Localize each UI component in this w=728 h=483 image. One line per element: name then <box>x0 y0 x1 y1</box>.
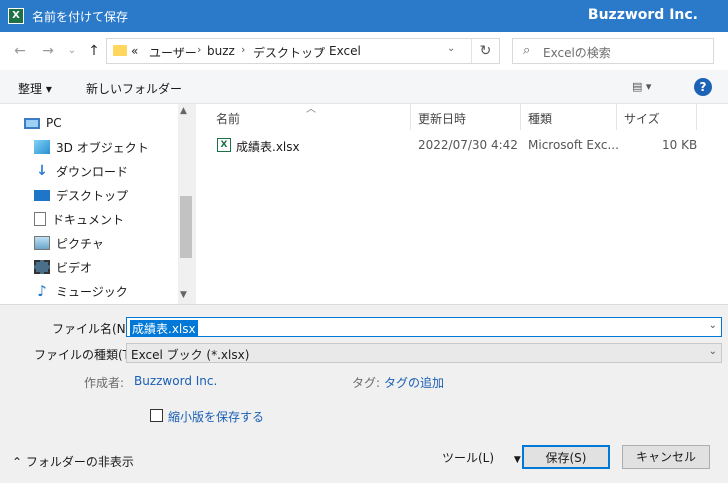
cancel-button[interactable]: キャンセル <box>622 445 710 469</box>
column-divider[interactable] <box>696 104 697 130</box>
refresh-icon[interactable]: ↻ <box>471 39 499 63</box>
search-placeholder: Excelの検索 <box>543 46 611 60</box>
sidebar-item-desktop[interactable]: デスクトップ <box>34 184 128 206</box>
address-bar[interactable]: « ユーザー › buzz › デスクトップ › Excel ⌄ ↻ <box>106 38 500 64</box>
save-thumbnail-label[interactable]: 縮小版を保存する <box>168 408 264 425</box>
sidebar-item-3d-objects[interactable]: 3D オブジェクト <box>34 136 149 158</box>
filename-label: ファイル名(N): <box>52 322 135 336</box>
sidebar-item-label: ドキュメント <box>52 212 125 227</box>
scroll-up-icon[interactable]: ▲ <box>180 106 187 116</box>
filename-input[interactable]: 成績表.xlsx ⌄ <box>126 317 722 337</box>
breadcrumb-excel[interactable]: Excel <box>329 44 361 58</box>
hide-folders-button[interactable]: ⌃ フォルダーの非表示 <box>12 453 134 470</box>
breadcrumb-users[interactable]: ユーザー <box>149 44 197 61</box>
scrollbar-thumb[interactable] <box>180 196 192 258</box>
command-toolbar: 整理 ▾ 新しいフォルダー ▤ ▾ ? <box>0 70 728 104</box>
window-title: 名前を付けて保存 <box>32 10 129 24</box>
hide-folders-label: フォルダーの非表示 <box>25 455 134 469</box>
author-value[interactable]: Buzzword Inc. <box>134 374 217 388</box>
recent-locations-chevron-icon[interactable]: ⌄ <box>62 41 82 61</box>
address-history-chevron-icon[interactable]: ⌄ <box>447 43 455 54</box>
breadcrumb-separator-icon: › <box>197 43 202 56</box>
column-header-type[interactable]: 種類 <box>528 110 552 127</box>
filename-value: 成績表.xlsx <box>130 320 198 337</box>
save-button[interactable]: 保存(S) <box>522 445 610 469</box>
back-arrow-icon[interactable]: ← <box>10 41 30 61</box>
chevron-down-icon[interactable]: ⌄ <box>709 320 717 331</box>
chevron-down-icon: ⌄ <box>708 346 717 357</box>
filetype-label: ファイルの種類(T): <box>34 348 139 362</box>
title-bar: X 名前を付けて保存 Buzzword Inc. <box>0 0 728 32</box>
videos-icon <box>34 260 50 274</box>
chevron-up-icon: ⌃ <box>12 455 23 469</box>
sidebar-item-music[interactable]: ♪ ミュージック <box>34 280 128 302</box>
sidebar-item-label: ダウンロード <box>56 164 129 179</box>
search-box[interactable]: ⌕ Excelの検索 <box>512 38 714 64</box>
documents-icon <box>34 212 46 226</box>
sidebar-item-label: ピクチャ <box>56 236 104 251</box>
pictures-icon <box>34 236 50 250</box>
navigation-bar: ← → ⌄ ↑ « ユーザー › buzz › デスクトップ › Excel ⌄… <box>0 32 728 70</box>
author-label: 作成者: <box>84 376 125 390</box>
column-header-size[interactable]: サイズ <box>624 110 660 127</box>
pc-icon <box>24 117 40 129</box>
sidebar-item-label: ミュージック <box>56 284 128 299</box>
details-view-icon: ▤ <box>632 80 643 93</box>
sidebar-item-downloads[interactable]: ↓ ダウンロード <box>34 160 128 182</box>
sidebar-item-documents[interactable]: ドキュメント <box>34 208 124 230</box>
caret-down-icon: ▼ <box>513 455 521 465</box>
navigation-pane: PC 3D オブジェクト ↓ ダウンロード デスクトップ ドキュメント ピクチャ… <box>0 104 194 304</box>
column-divider[interactable] <box>410 104 411 130</box>
sidebar-item-label: 3D オブジェクト <box>56 140 149 155</box>
sidebar-item-pictures[interactable]: ピクチャ <box>34 232 104 254</box>
search-icon: ⌕ <box>523 43 531 58</box>
sort-ascending-icon: ︿ <box>306 104 316 115</box>
forward-arrow-icon[interactable]: → <box>38 41 58 61</box>
view-options-button[interactable]: ▤ ▾ <box>632 80 651 93</box>
file-row[interactable]: X 成績表.xlsx 2022/07/30 4:42 Microsoft Exc… <box>214 136 714 156</box>
tools-menu-button[interactable]: ツール(L) ▼ <box>442 449 521 466</box>
help-icon[interactable]: ? <box>694 78 712 96</box>
filetype-select[interactable]: Excel ブック (*.xlsx) ⌄ <box>126 343 722 363</box>
column-header-modified[interactable]: 更新日時 <box>418 110 466 127</box>
breadcrumb-buzz[interactable]: buzz <box>207 44 235 58</box>
sidebar-scrollbar[interactable]: ▲ ▼ <box>178 104 194 304</box>
breadcrumb-overflow[interactable]: « <box>131 44 138 58</box>
scroll-down-icon[interactable]: ▼ <box>180 290 187 300</box>
chevron-down-icon: ▾ <box>645 80 652 93</box>
column-header-name[interactable]: 名前 <box>216 110 240 127</box>
organize-menu-button[interactable]: 整理 ▾ <box>18 80 52 97</box>
file-name: 成績表.xlsx <box>236 140 300 154</box>
sidebar-item-videos[interactable]: ビデオ <box>34 256 92 278</box>
save-options-panel: ファイル名(N): 成績表.xlsx ⌄ ファイルの種類(T): Excel ブ… <box>0 304 728 483</box>
file-list: ︿ 名前 更新日時 種類 サイズ X 成績表.xlsx 2022/07/30 4… <box>196 104 728 304</box>
tags-input[interactable]: タグの追加 <box>384 374 444 391</box>
sidebar-item-label: ビデオ <box>56 260 93 275</box>
file-type: Microsoft Exc... <box>528 138 619 152</box>
sidebar-item-label: デスクトップ <box>56 188 129 203</box>
folder-icon <box>113 45 127 56</box>
save-thumbnail-checkbox[interactable] <box>150 409 163 422</box>
music-icon: ♪ <box>37 282 47 300</box>
tools-label: ツール(L) <box>442 451 495 465</box>
download-icon: ↓ <box>36 163 48 179</box>
column-divider[interactable] <box>520 104 521 130</box>
brand-name: Buzzword Inc. <box>587 7 698 23</box>
sidebar-item-label: PC <box>46 116 62 130</box>
excel-app-icon: X <box>8 8 24 24</box>
file-modified: 2022/07/30 4:42 <box>418 138 518 152</box>
excel-file-icon: X <box>217 138 231 152</box>
up-arrow-icon[interactable]: ↑ <box>84 41 104 61</box>
breadcrumb-separator-icon: › <box>319 43 324 56</box>
desktop-icon <box>34 189 50 201</box>
3d-objects-icon <box>34 140 50 154</box>
filetype-value: Excel ブック (*.xlsx) <box>131 348 250 362</box>
tags-label: タグ: <box>352 376 381 390</box>
column-divider[interactable] <box>616 104 617 130</box>
file-size: 10 KB <box>662 138 698 152</box>
sidebar-item-pc[interactable]: PC <box>24 112 62 134</box>
breadcrumb-desktop[interactable]: デスクトップ <box>253 44 325 61</box>
breadcrumb-separator-icon: › <box>241 43 246 56</box>
new-folder-button[interactable]: 新しいフォルダー <box>86 80 182 97</box>
